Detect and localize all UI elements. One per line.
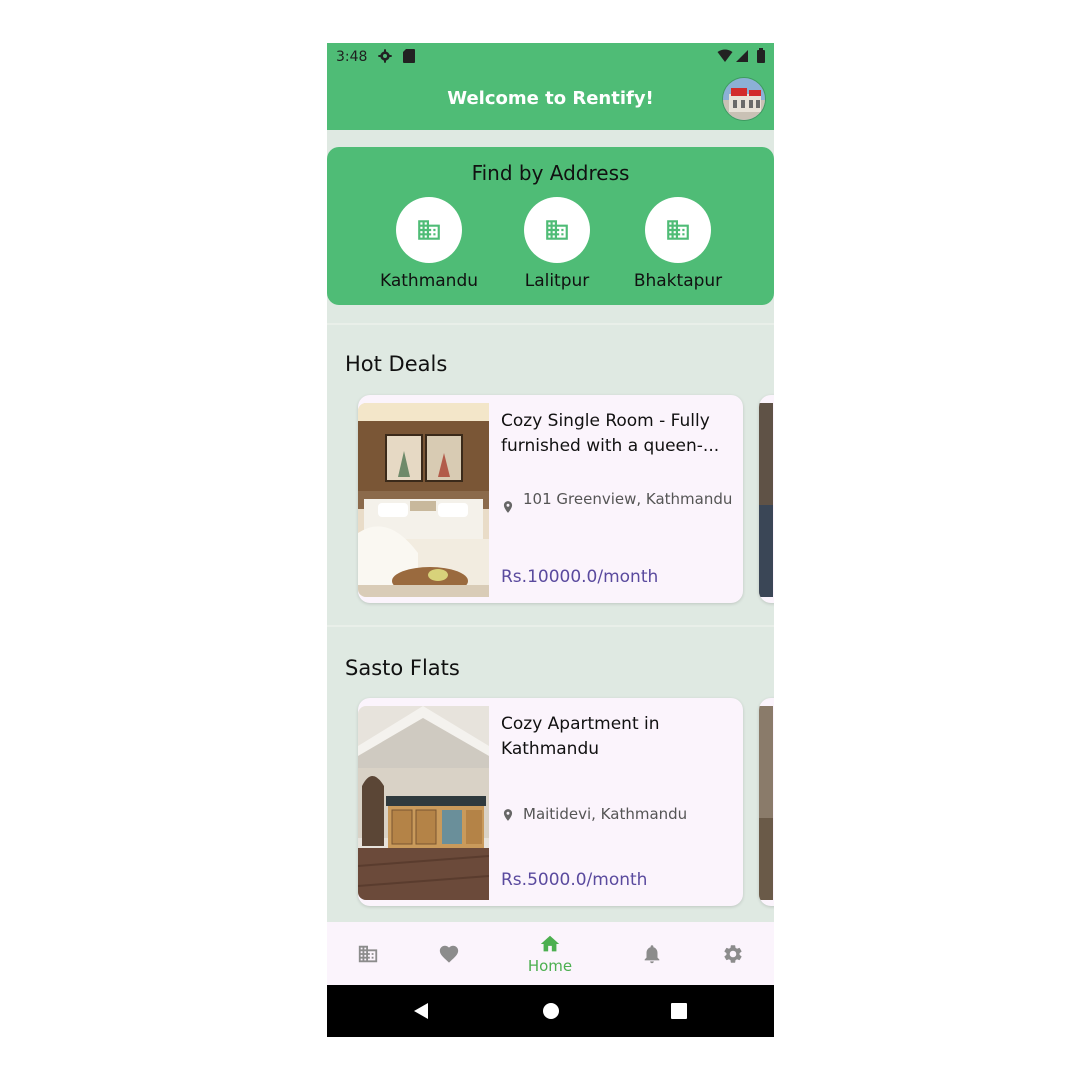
wifi-icon [717,49,733,62]
building-icon [358,945,378,962]
section-title-hot-deals: Hot Deals [345,352,448,376]
listing-title: Cozy Single Room - Fully furnished with … [501,411,720,456]
bottom-navigation: Home [327,922,774,985]
location-pin-icon [503,501,513,513]
gear-icon [724,944,742,963]
next-listing-card-peek[interactable] [759,395,774,603]
heart-icon [439,945,459,963]
city-name: Lalitpur [524,271,590,291]
building-icon [546,220,568,240]
battery-icon [757,48,765,63]
listing-price: Rs.5000.0/month [501,870,648,890]
back-icon[interactable] [412,1002,430,1020]
next-listing-card-peek[interactable] [759,698,774,906]
nav-label-home: Home [527,956,573,975]
building-icon [418,220,440,240]
sd-card-icon [403,49,415,63]
city-circle [524,197,590,263]
section-title-sasto-flats: Sasto Flats [345,656,460,680]
listing-card[interactable]: Cozy Single Room - Fully furnished with … [358,395,743,603]
location-text: Maitidevi, Kathmandu [523,805,688,823]
bell-icon [644,944,660,963]
city-circle [645,197,711,263]
location-pin-icon [503,809,513,821]
find-by-address-title: Find by Address [471,161,630,185]
location-text: 101 Greenview, Kathmandu [523,490,733,508]
nav-item-home[interactable]: Home [515,922,585,985]
status-bar: 3:48 [327,43,774,70]
listing-photo [358,706,489,900]
signal-icon [736,50,748,62]
building-icon [667,220,689,240]
listing-title: Cozy Apartment in Kathmandu [501,714,660,759]
nav-item-notifications[interactable] [631,922,673,985]
recents-icon[interactable] [671,1003,687,1019]
find-by-address-card: Find by Address Kathmandu Lalitpur Bhakt… [327,147,774,305]
divider [327,625,774,627]
nav-item-settings[interactable] [712,922,754,985]
avatar[interactable] [722,77,766,121]
city-name: Bhaktapur [633,271,723,291]
phone-screen: 3:48 Welcome to Rentify! Find by Address… [327,43,774,1037]
city-lalitpur[interactable]: Lalitpur [502,197,612,291]
page-title: Welcome to Rentify! [447,88,654,109]
city-kathmandu[interactable]: Kathmandu [374,197,484,291]
listing-card[interactable]: Cozy Apartment in Kathmandu Maitidevi, K… [358,698,743,906]
home-circle-icon[interactable] [542,1002,560,1020]
listing-location: 101 Greenview, Kathmandu [501,489,733,513]
status-time: 3:48 [336,49,368,65]
listing-photo [358,403,489,597]
city-bhaktapur[interactable]: Bhaktapur [623,197,733,291]
settings-status-icon [378,49,392,63]
listing-location: Maitidevi, Kathmandu [501,804,733,825]
listing-price: Rs.10000.0/month [501,567,659,587]
nav-item-favorites[interactable] [428,922,470,985]
nav-item-buildings[interactable] [347,922,389,985]
divider [327,323,774,325]
app-bar: 3:48 Welcome to Rentify! [327,43,774,130]
home-icon [540,935,560,951]
city-name: Kathmandu [379,271,479,291]
system-navigation-bar [327,985,774,1037]
city-circle [396,197,462,263]
